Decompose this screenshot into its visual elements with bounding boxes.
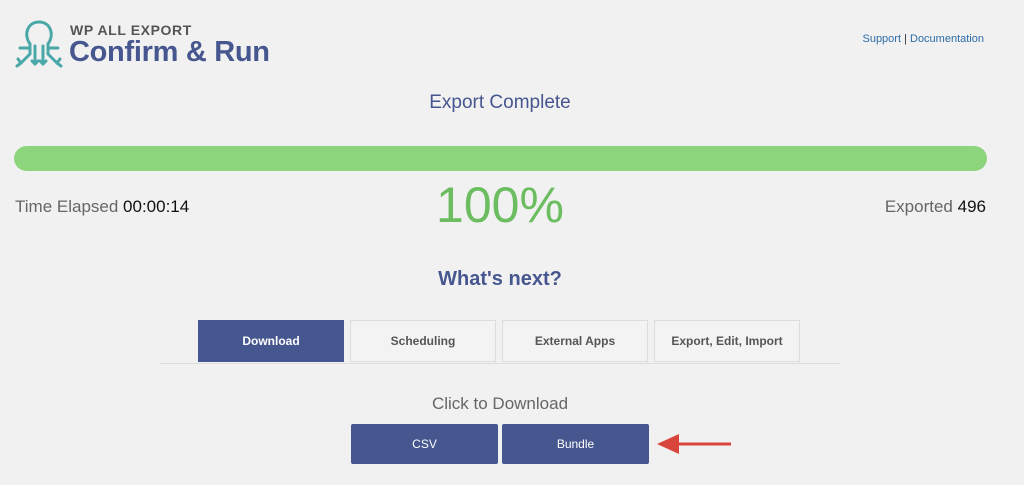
exported-label: Exported [884, 197, 953, 216]
export-status-title: Export Complete [429, 92, 571, 113]
tabs-divider [160, 363, 840, 364]
exported-value: 496 [957, 197, 986, 216]
octopus-logo-icon [15, 20, 63, 68]
page-title: Confirm & Run [69, 36, 270, 68]
progress-bar [14, 146, 987, 171]
link-separator: | [904, 33, 907, 45]
exported-count: Exported 496 [885, 197, 986, 217]
tab-download[interactable]: Download [198, 320, 344, 362]
progress-bar-fill [14, 146, 987, 171]
top-links: Support | Documentation [862, 33, 984, 45]
click-to-download-label: Click to Download [431, 394, 569, 413]
support-link[interactable]: Support [862, 33, 901, 45]
whats-next-heading: What's next? [438, 268, 562, 290]
csv-download-button[interactable]: CSV [351, 424, 498, 464]
documentation-link[interactable]: Documentation [910, 33, 984, 45]
arrow-left-icon [657, 434, 731, 454]
tab-export-edit-import[interactable]: Export, Edit, Import [654, 320, 800, 362]
tab-external-apps[interactable]: External Apps [502, 320, 648, 362]
progress-percent: 100% [436, 177, 564, 233]
tab-scheduling[interactable]: Scheduling [350, 320, 496, 362]
bundle-download-button[interactable]: Bundle [502, 424, 649, 464]
